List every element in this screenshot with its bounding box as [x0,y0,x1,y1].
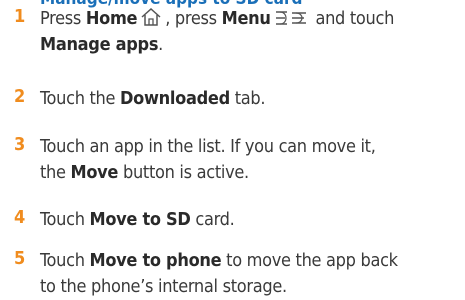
step-text: Touch the Downloaded tab. [40,88,266,109]
step-number: 1 [14,6,26,27]
step-number: 4 [14,207,26,228]
step-number: 2 [14,86,26,107]
step-text: Touch Move to phone to move the app back… [40,250,398,297]
home-icon [140,7,162,27]
step-text: Touch an app in the list. If you can mov… [40,136,376,183]
step-number: 3 [14,134,26,155]
step-text: Touch Move to SD card. [40,209,235,230]
step-text: Press Home, press Menu and touch Manage a… [40,7,395,55]
step-number: 5 [14,248,26,269]
menu-icon [274,9,308,27]
